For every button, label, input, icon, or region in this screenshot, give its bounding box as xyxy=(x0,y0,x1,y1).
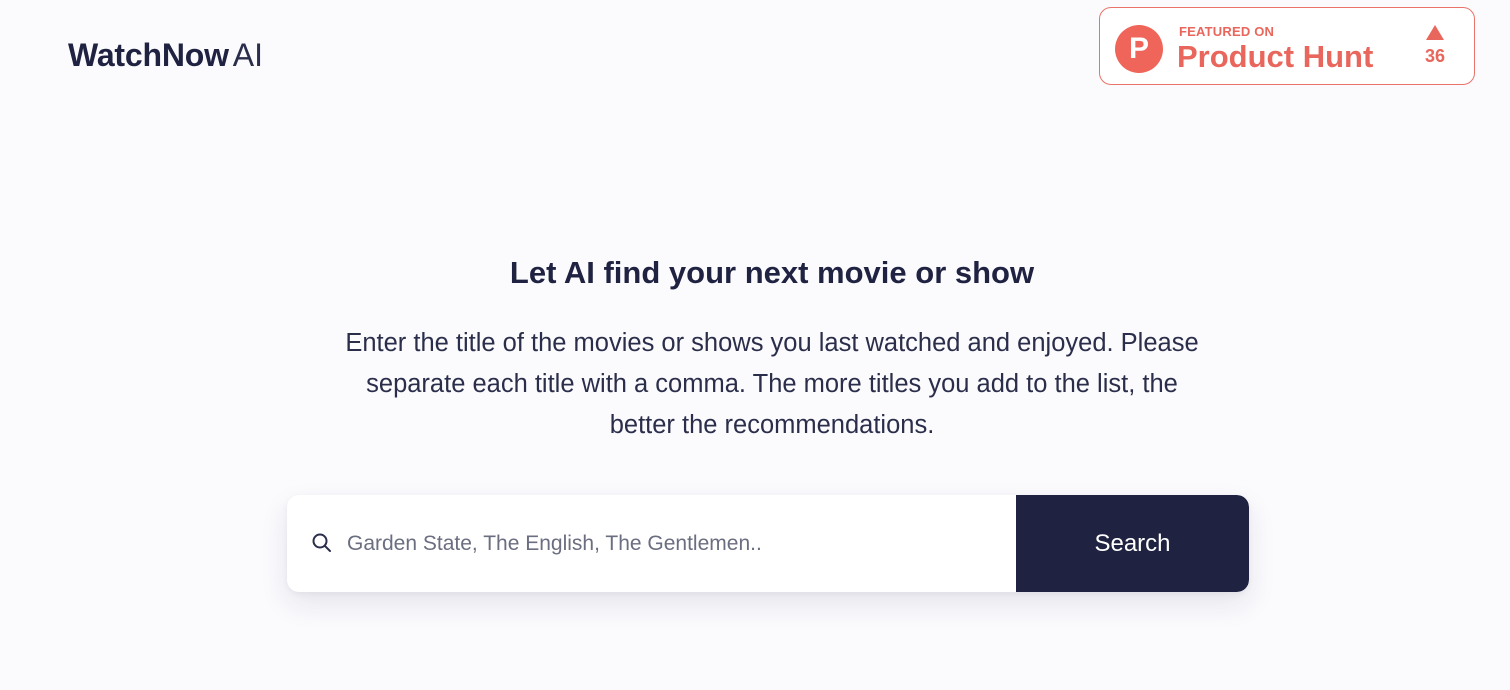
search-icon xyxy=(312,533,331,552)
product-hunt-badge[interactable]: P FEATURED ON Product Hunt 36 xyxy=(1099,7,1475,85)
search-button[interactable]: Search xyxy=(1016,495,1249,592)
logo-suffix-text: AI xyxy=(232,37,263,73)
product-hunt-logo-icon: P xyxy=(1115,25,1163,73)
product-hunt-vote-count: 36 xyxy=(1424,46,1446,66)
triangle-up-icon xyxy=(1426,25,1444,40)
product-hunt-upvote: 36 xyxy=(1418,25,1452,67)
site-logo[interactable]: WatchNow AI xyxy=(68,36,263,74)
hero-title: Let AI find your next movie or show xyxy=(509,255,1035,290)
search-bar: Search xyxy=(287,495,1249,592)
product-hunt-name: Product Hunt xyxy=(1177,39,1374,74)
product-hunt-featured-label: FEATURED ON xyxy=(1179,24,1275,39)
logo-brand-text: WatchNow xyxy=(68,37,229,73)
hero-description: Enter the title of the movies or shows y… xyxy=(345,329,1199,439)
search-input[interactable] xyxy=(347,495,1007,592)
